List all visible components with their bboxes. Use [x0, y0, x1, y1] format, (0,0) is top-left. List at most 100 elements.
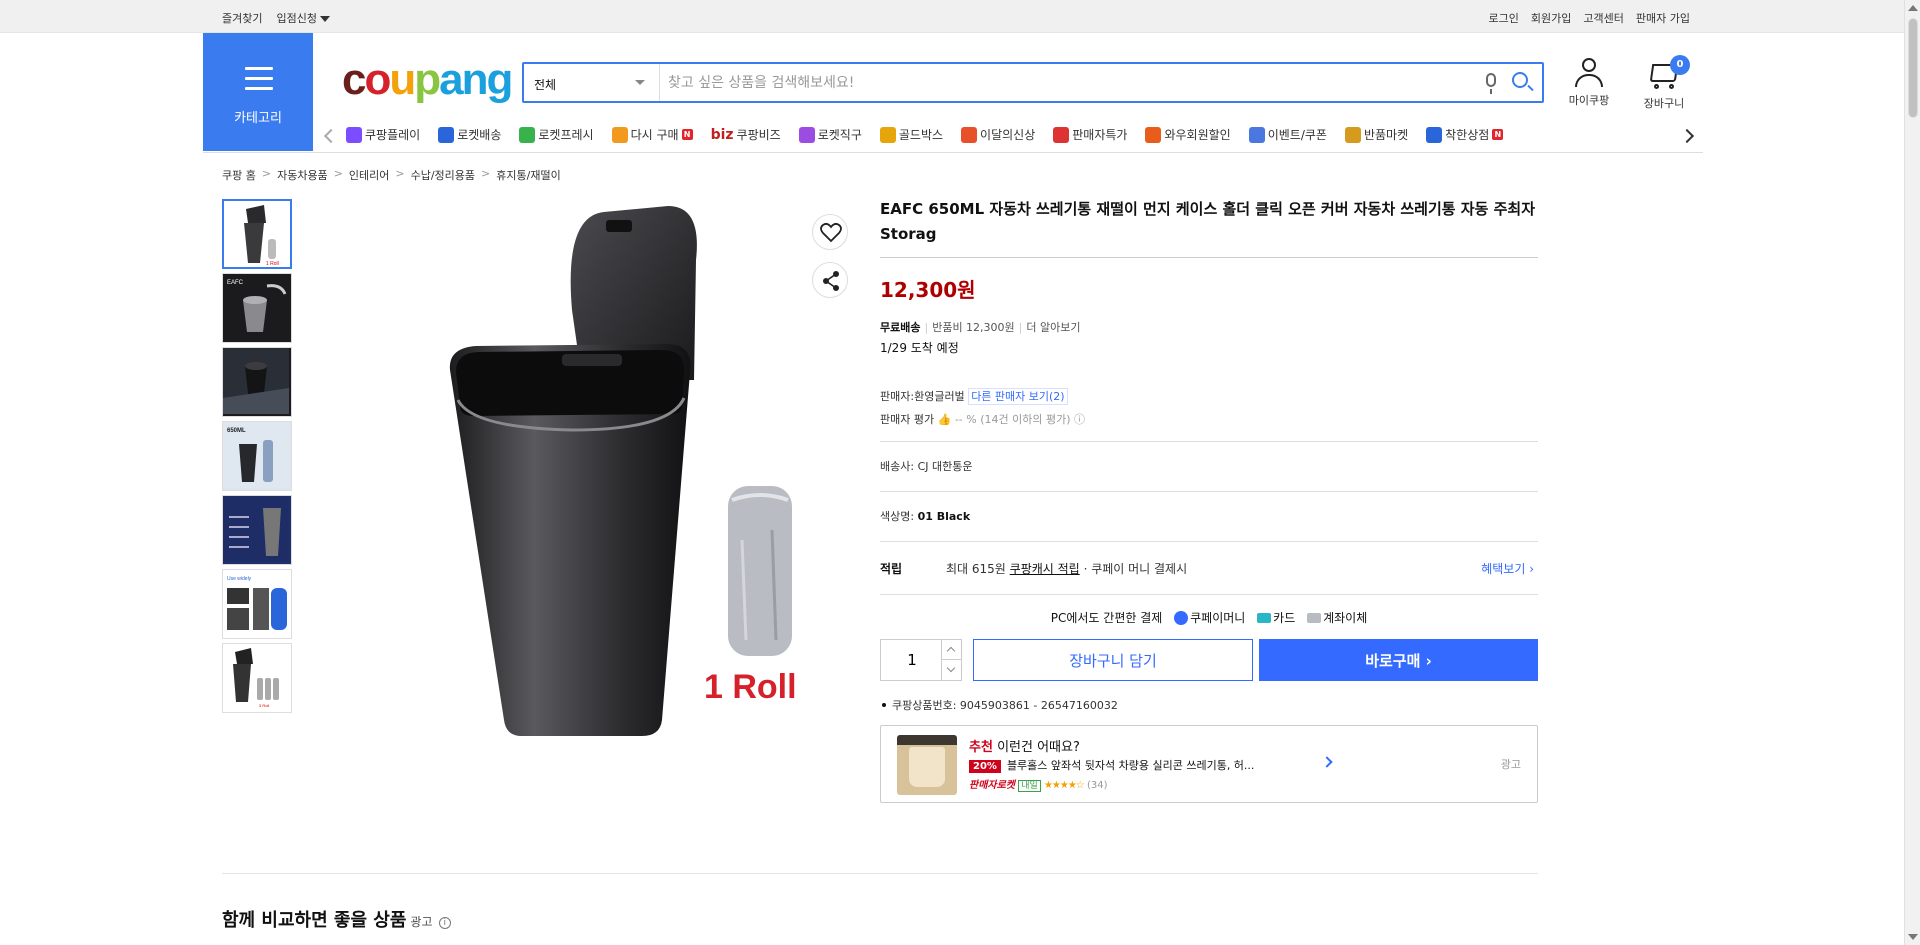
coupay-icon	[1174, 611, 1189, 625]
cart-button[interactable]: 0 장바구니	[1636, 55, 1692, 111]
scrollbar-thumb[interactable]	[1908, 18, 1918, 118]
recommendation-card[interactable]: 추천 이런건 어때요? 20% 블루홀스 앞좌석 뒷자석 차량용 실리콘 쓰레기통…	[880, 725, 1538, 803]
nav-item[interactable]: 반품마켓	[1344, 126, 1408, 143]
quantity-input[interactable]	[881, 640, 943, 680]
recommendation-image[interactable]	[897, 735, 957, 795]
my-coupang-button[interactable]: 마이쿠팡	[1563, 58, 1615, 108]
info-icon[interactable]: i	[438, 917, 451, 929]
coupang-cash-link[interactable]: 쿠팡캐시 적립	[1010, 562, 1080, 576]
share-button[interactable]	[812, 262, 848, 298]
category-menu-button[interactable]: 카테고리	[203, 33, 313, 151]
breadcrumb-item[interactable]: 수납/정리용품	[411, 167, 475, 183]
biz-icon: biz	[710, 126, 734, 143]
breadcrumb-item[interactable]: 쿠팡 홈	[222, 167, 256, 183]
breadcrumb: 쿠팡 홈 > 자동차용품 > 인테리어 > 수납/정리용품 > 휴지통/재떨이	[222, 167, 561, 183]
product-thumbnail[interactable]: 1 Roll	[222, 199, 292, 269]
logo-letter-o: o	[364, 55, 391, 104]
search-input[interactable]	[668, 72, 1468, 94]
benefits-link-label: 혜택보기	[1481, 562, 1526, 576]
breadcrumb-separator: >	[333, 167, 343, 180]
product-thumbnail[interactable]	[222, 495, 292, 565]
nav-item[interactable]: 골드박스	[879, 126, 943, 143]
discount-badge: 20%	[969, 760, 1001, 773]
seller-name[interactable]: 환영글러벌	[914, 390, 965, 403]
buy-now-button[interactable]: 바로구매 ›	[1259, 639, 1538, 681]
thumbs-up-icon: 👍	[937, 413, 952, 426]
benefits-link[interactable]: 혜택보기 ›	[1481, 560, 1534, 577]
product-thumbnail[interactable]: 650ML	[222, 421, 292, 491]
breadcrumb-item[interactable]: 인테리어	[349, 167, 389, 183]
nav-prev-icon[interactable]	[323, 128, 339, 144]
more-info-link[interactable]: 더 알아보기	[1026, 321, 1080, 334]
recommendation-headline: 추천 이런건 어때요?	[969, 736, 1080, 755]
product-number: 쿠팡상품번호: 9045903861 - 26547160032	[880, 697, 1538, 713]
seller-signup-link[interactable]: 판매자 가입	[1636, 10, 1690, 26]
breadcrumb-item[interactable]: 자동차용품	[277, 167, 328, 183]
scroll-up-arrow-icon[interactable]	[1908, 5, 1918, 11]
product-thumbnail[interactable]	[222, 347, 292, 417]
svg-text:EAFC: EAFC	[227, 280, 244, 286]
search-scope-select[interactable]: 전체	[524, 64, 660, 101]
breadcrumb-item[interactable]: 휴지통/재떨이	[496, 167, 560, 183]
chevron-down-icon	[635, 80, 645, 85]
microphone-icon[interactable]	[1486, 73, 1496, 94]
chevron-right-icon[interactable]	[1321, 756, 1333, 768]
shipping-info: 무료배송 | 반품비 12,300원 | 더 알아보기 1/29 도착 예정	[880, 321, 1081, 355]
new-badge: N	[681, 129, 693, 140]
nav-item-label: 이벤트/쿠폰	[1267, 128, 1327, 142]
nav-item[interactable]: 판매자특가	[1053, 126, 1127, 143]
add-to-cart-button[interactable]: 장바구니 담기	[973, 639, 1253, 681]
product-price: 12,300원	[880, 278, 976, 302]
wow-icon	[1145, 126, 1162, 143]
product-thumbnail[interactable]: Use widely	[222, 569, 292, 639]
free-shipping-label: 무료배송	[880, 321, 921, 334]
quantity-increase-button[interactable]	[941, 640, 961, 660]
search-icon[interactable]	[1512, 72, 1528, 88]
nav-item[interactable]: 로켓직구	[798, 126, 862, 143]
nav-item[interactable]: 쿠팡플레이	[346, 126, 420, 143]
cart-count-badge: 0	[1670, 55, 1690, 75]
logo-letter-c: c	[342, 55, 367, 104]
new-badge: N	[1492, 129, 1504, 140]
info-icon[interactable]: ⓘ	[1074, 413, 1085, 426]
new-icon	[961, 126, 978, 143]
nav-item-label: 착한상점	[1445, 128, 1490, 142]
nav-item[interactable]: biz 쿠팡비즈	[711, 126, 781, 143]
signup-link[interactable]: 회원가입	[1531, 10, 1571, 26]
recommendation-name[interactable]: 블루홀스 앞좌석 뒷자석 차량용 실리콘 쓰레기통, 허...	[1007, 759, 1254, 772]
svg-text:1 Roll: 1 Roll	[266, 261, 279, 267]
recommendation-tag: 추천	[969, 740, 993, 755]
coupang-logo[interactable]: coupang	[342, 55, 513, 104]
logo-letter-u: u	[389, 55, 416, 104]
seller-deal-icon	[1053, 126, 1070, 143]
wishlist-button[interactable]	[812, 214, 848, 250]
quantity-decrease-button[interactable]	[941, 660, 961, 680]
nav-item[interactable]: 로켓프레시	[519, 126, 594, 143]
product-thumbnail[interactable]: 3 Roll	[222, 643, 292, 713]
nav-item[interactable]: 이달의신상	[961, 126, 1035, 143]
nav-item[interactable]: 다시 구매 N	[611, 126, 693, 143]
points-condition: · 쿠페이 머니 결제시	[1083, 562, 1188, 576]
customer-center-link[interactable]: 고객센터	[1583, 10, 1623, 26]
nav-item[interactable]: 이벤트/쿠폰	[1248, 126, 1327, 143]
return-fee: 반품비 12,300원	[932, 321, 1015, 334]
nav-item[interactable]: 착한상점 N	[1426, 126, 1504, 143]
favorites-link[interactable]: 즐겨찾기	[222, 10, 262, 26]
page-scrollbar[interactable]	[1904, 0, 1920, 945]
scroll-down-arrow-icon[interactable]	[1908, 934, 1918, 940]
product-main-image[interactable]: 1 Roll	[432, 200, 832, 740]
login-link[interactable]: 로그인	[1489, 10, 1519, 26]
store-apply-dropdown[interactable]: 입점신청	[276, 10, 330, 26]
search-scope-value: 전체	[534, 78, 557, 92]
other-sellers-link[interactable]: 다른 판매자 보기(2)	[968, 388, 1068, 405]
nav-item-label: 판매자특가	[1072, 128, 1128, 142]
nav-item[interactable]: 로켓배송	[438, 126, 501, 143]
product-thumbnail[interactable]: EAFC	[222, 273, 292, 343]
seller-rating-label: 판매자 평가	[880, 413, 935, 426]
purchase-actions: 장바구니 담기 바로구매 ›	[880, 639, 1538, 683]
seller-rocket-badge: 판매자로켓	[969, 780, 1015, 791]
points-text: 최대 615원 쿠팡캐시 적립 · 쿠페이 머니 결제시	[946, 560, 1187, 577]
nav-item-label: 로켓프레시	[538, 128, 594, 142]
nav-next-icon[interactable]	[1679, 128, 1695, 144]
nav-item[interactable]: 와우회원할인	[1145, 126, 1231, 143]
